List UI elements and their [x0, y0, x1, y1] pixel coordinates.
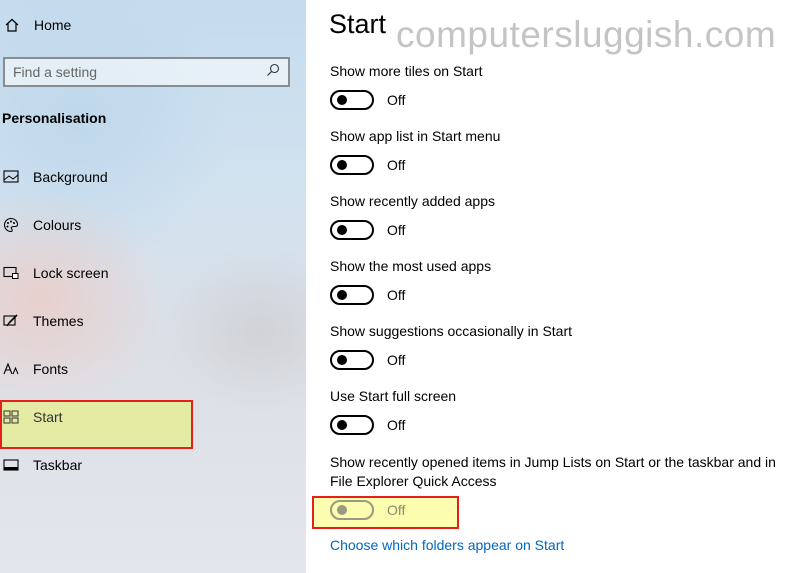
sidebar-item-start[interactable]: Start: [2, 405, 63, 429]
sidebar-item-fonts[interactable]: Fonts: [2, 357, 68, 381]
home-nav-item[interactable]: Home: [4, 14, 71, 36]
toggle-full-screen[interactable]: Off: [330, 414, 405, 436]
toggle-switch[interactable]: [330, 90, 374, 110]
sidebar-item-label: Lock screen: [33, 265, 109, 281]
sidebar-item-label: Themes: [33, 313, 84, 329]
sidebar-item-colours[interactable]: Colours: [2, 213, 81, 237]
setting-label-line: Show recently opened items in Jump Lists…: [330, 454, 776, 470]
toggle-most-used[interactable]: Off: [330, 284, 405, 306]
home-icon: [4, 17, 24, 33]
toggle-state-label: Off: [387, 352, 406, 368]
sidebar-item-themes[interactable]: Themes: [2, 309, 84, 333]
palette-icon: [2, 217, 20, 233]
toggle-recently-added[interactable]: Off: [330, 219, 405, 241]
toggle-switch[interactable]: [330, 220, 374, 240]
choose-folders-link[interactable]: Choose which folders appear on Start: [330, 537, 564, 553]
setting-label: Show recently added apps: [330, 193, 495, 209]
setting-label: Show app list in Start menu: [330, 128, 501, 144]
start-tiles-icon: [2, 410, 20, 424]
themes-brush-icon: [2, 313, 20, 329]
watermark-text: computersluggish.com: [396, 14, 777, 55]
lock-screen-icon: [2, 266, 20, 280]
setting-label-line: File Explorer Quick Access: [330, 473, 497, 489]
sidebar-item-label: Taskbar: [33, 457, 83, 473]
fonts-icon: [2, 362, 20, 376]
toggle-switch[interactable]: [330, 285, 374, 305]
search-input[interactable]: [13, 64, 253, 80]
sidebar-item-label: Fonts: [33, 361, 69, 377]
toggle-state-label: Off: [387, 417, 406, 433]
toggle-state-label: Off: [387, 287, 406, 303]
find-setting-search[interactable]: [3, 57, 290, 87]
sidebar-item-lock-screen[interactable]: Lock screen: [2, 261, 108, 285]
settings-sidebar: Home Personalisation Background Colours …: [0, 0, 306, 573]
toggle-state-label: Off: [387, 92, 406, 108]
toggle-app-list[interactable]: Off: [330, 154, 405, 176]
setting-label-jump-lists: Show recently opened items in Jump Lists…: [330, 453, 776, 491]
toggle-jump-lists[interactable]: Off: [330, 499, 405, 521]
toggle-state-label: Off: [387, 157, 406, 173]
toggle-switch[interactable]: [330, 155, 374, 175]
picture-icon: [2, 170, 20, 184]
taskbar-icon: [2, 458, 20, 472]
toggle-switch[interactable]: [330, 350, 374, 370]
toggle-state-label: Off: [387, 222, 406, 238]
start-settings-panel: Start computersluggish.com Show more til…: [306, 0, 788, 573]
sidebar-item-background[interactable]: Background: [2, 165, 108, 189]
toggle-suggestions[interactable]: Off: [330, 349, 405, 371]
toggle-more-tiles[interactable]: Off: [330, 89, 405, 111]
section-title: Personalisation: [2, 110, 107, 126]
setting-label: Show the most used apps: [330, 258, 492, 274]
search-icon[interactable]: [266, 63, 280, 82]
setting-label: Use Start full screen: [330, 388, 457, 404]
setting-label: Show suggestions occasionally in Start: [330, 323, 573, 339]
page-title: Start: [329, 9, 387, 39]
home-label: Home: [34, 17, 72, 33]
toggle-state-label: Off: [387, 502, 406, 518]
toggle-switch[interactable]: [330, 500, 374, 520]
toggle-switch[interactable]: [330, 415, 374, 435]
setting-label: Show more tiles on Start: [330, 63, 483, 79]
sidebar-item-label: Start: [33, 409, 63, 425]
sidebar-item-label: Colours: [33, 217, 82, 233]
sidebar-item-taskbar[interactable]: Taskbar: [2, 453, 82, 477]
sidebar-item-label: Background: [33, 169, 108, 185]
